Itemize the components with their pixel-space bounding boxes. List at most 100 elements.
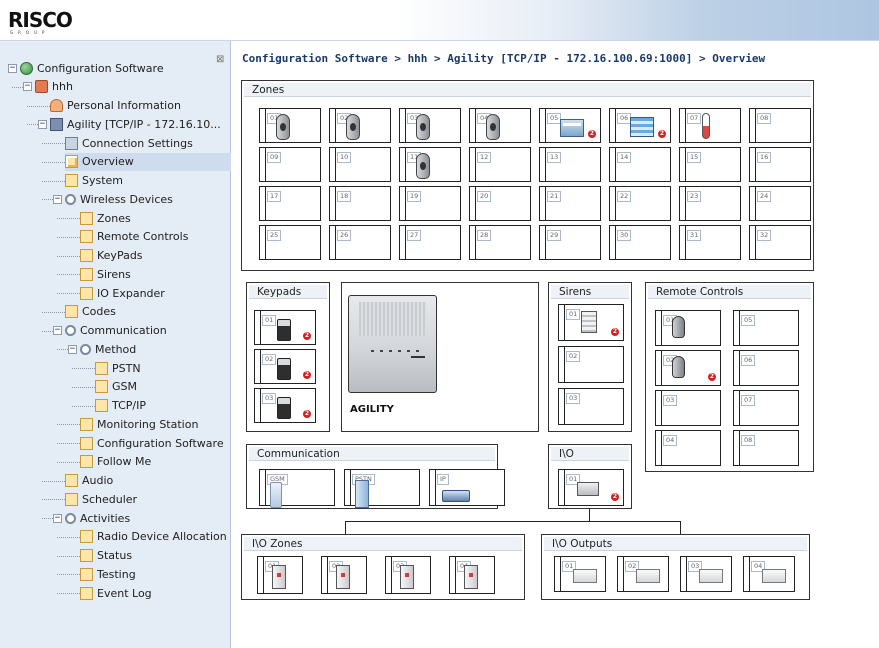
zones-slot[interactable]: 09 (259, 147, 321, 182)
io-slot[interactable]: 01 2 (558, 469, 624, 506)
collapse-panel-icon[interactable]: ⊠ (216, 54, 224, 65)
tree-item-io-expander[interactable]: IO Expander (80, 284, 165, 302)
tree-item-overview[interactable]: Overview (65, 152, 231, 171)
tree-item-wireless-devices[interactable]: − Wireless Devices (53, 190, 173, 208)
tree-item-audio[interactable]: Audio (65, 472, 113, 490)
zones-slot[interactable]: 30 (609, 225, 671, 260)
zones-slot[interactable]: 15 (679, 147, 741, 182)
tree-item-activities[interactable]: − Activities (53, 509, 130, 527)
tree-item-hhh[interactable]: − hhh (23, 78, 73, 96)
detector-icon (416, 153, 430, 179)
tree-item-keypads[interactable]: KeyPads (80, 247, 143, 265)
tree-item-method[interactable]: − Method (68, 340, 136, 358)
keypads-slot[interactable]: 03 2 (254, 388, 316, 423)
tree-item-testing[interactable]: Testing (80, 565, 136, 583)
io-outputs-slot[interactable]: 03 (680, 556, 732, 592)
tree-item-zones[interactable]: Zones (80, 209, 131, 227)
tree-item-tcp-ip[interactable]: TCP/IP (95, 397, 146, 415)
zones-slot[interactable]: 04 (469, 108, 531, 143)
communication-slot[interactable]: GSM (259, 469, 335, 508)
zones-slot[interactable]: 14 (609, 147, 671, 182)
zones-slot[interactable]: 24 (749, 186, 811, 221)
remote-controls-slot[interactable]: 04 (655, 430, 721, 466)
collapse-toggle-icon[interactable]: − (38, 119, 47, 129)
keypads-slot[interactable]: 02 2 (254, 349, 316, 384)
io-outputs-slot[interactable]: 04 (743, 556, 795, 592)
collapse-toggle-icon[interactable]: − (53, 194, 62, 204)
remote-controls-slot[interactable]: 08 (733, 430, 799, 466)
zones-slot[interactable]: 02 (329, 108, 391, 143)
remote-controls-slot[interactable]: 01 (655, 310, 721, 346)
tree-item-agility-tcp-ip-172-16-10[interactable]: − Agility [TCP/IP - 172.16.10... (38, 115, 221, 133)
zones-slot[interactable]: 10 (329, 147, 391, 182)
tree-item-pstn[interactable]: PSTN (95, 359, 141, 377)
zones-slot[interactable]: 28 (469, 225, 531, 260)
sirens-slot[interactable]: 01 2 (558, 304, 624, 341)
tree-item-gsm[interactable]: GSM (95, 378, 137, 396)
remote-controls-slot[interactable]: 03 (655, 390, 721, 426)
collapse-toggle-icon[interactable]: − (53, 513, 62, 523)
slot-number: 02 (566, 351, 581, 362)
io-outputs-slot[interactable]: 01 (554, 556, 606, 592)
tree-item-follow-me[interactable]: Follow Me (80, 453, 151, 471)
communication-slot[interactable]: IP (429, 469, 505, 506)
keypads-slot[interactable]: 01 2 (254, 310, 316, 345)
remote-controls-slot[interactable]: 07 (733, 390, 799, 426)
tree-item-scheduler[interactable]: Scheduler (65, 490, 137, 508)
zones-slot[interactable]: 16 (749, 147, 811, 182)
zones-slot[interactable]: 11 (399, 147, 461, 182)
tree-item-codes[interactable]: Codes (65, 303, 116, 321)
agility-panel-image[interactable] (348, 295, 437, 393)
collapse-toggle-icon[interactable]: − (68, 344, 77, 354)
tree-item-communication[interactable]: − Communication (53, 322, 167, 340)
tree-item-connection-settings[interactable]: Connection Settings (65, 134, 193, 152)
zones-slot[interactable]: 01 (259, 108, 321, 143)
zones-slot[interactable]: 20 (469, 186, 531, 221)
tree-item-monitoring-station[interactable]: Monitoring Station (80, 415, 198, 433)
zones-slot[interactable]: 23 (679, 186, 741, 221)
remote-controls-slot[interactable]: 06 (733, 350, 799, 386)
tree-item-status[interactable]: Status (80, 547, 132, 565)
tree-item-system[interactable]: System (65, 172, 123, 190)
collapse-toggle-icon[interactable]: − (53, 326, 62, 335)
zones-slot[interactable]: 32 (749, 225, 811, 260)
zones-slot[interactable]: 05 2 (539, 108, 601, 143)
sirens-slot[interactable]: 03 (558, 388, 624, 425)
communication-slot[interactable]: PSTN (344, 469, 420, 508)
zones-slot[interactable]: 07 (679, 108, 741, 143)
collapse-toggle-icon[interactable]: − (23, 82, 32, 92)
zones-slot[interactable]: 26 (329, 225, 391, 260)
io-zones-slot[interactable]: 02 (321, 556, 367, 594)
smoke-detector-icon (560, 119, 584, 137)
tree-item-remote-controls[interactable]: Remote Controls (80, 228, 188, 246)
io-outputs-slot[interactable]: 02 (617, 556, 669, 592)
thermometer-icon (702, 113, 710, 139)
zones-slot[interactable]: 17 (259, 186, 321, 221)
zones-slot[interactable]: 12 (469, 147, 531, 182)
zones-slot[interactable]: 29 (539, 225, 601, 260)
sirens-slot[interactable]: 02 (558, 346, 624, 383)
zones-slot[interactable]: 31 (679, 225, 741, 260)
io-zones-slot[interactable]: 04 (449, 556, 495, 594)
io-zones-slot[interactable]: 03 (385, 556, 431, 594)
zones-slot[interactable]: 03 (399, 108, 461, 143)
remote-controls-slot[interactable]: 02 2 (655, 350, 721, 386)
zones-slot[interactable]: 25 (259, 225, 321, 260)
io-zones-slot[interactable]: 01 (257, 556, 303, 594)
tree-item-event-log[interactable]: Event Log (80, 584, 152, 602)
tree-item-radio-device-allocation[interactable]: Radio Device Allocation (80, 528, 227, 546)
collapse-toggle-icon[interactable]: − (8, 63, 17, 73)
tree-item-personal-information[interactable]: Personal Information (50, 97, 181, 115)
zones-slot[interactable]: 13 (539, 147, 601, 182)
tree-item-configuration-software[interactable]: Configuration Software (80, 434, 224, 452)
tree-item-sirens[interactable]: Sirens (80, 265, 131, 283)
zones-slot[interactable]: 06 2 (609, 108, 671, 143)
zones-slot[interactable]: 22 (609, 186, 671, 221)
zones-slot[interactable]: 21 (539, 186, 601, 221)
remote-controls-slot[interactable]: 05 (733, 310, 799, 346)
zones-slot[interactable]: 08 (749, 108, 811, 143)
tree-item-configuration-software[interactable]: − Configuration Software (8, 59, 164, 77)
zones-slot[interactable]: 19 (399, 186, 461, 221)
zones-slot[interactable]: 18 (329, 186, 391, 221)
zones-slot[interactable]: 27 (399, 225, 461, 260)
